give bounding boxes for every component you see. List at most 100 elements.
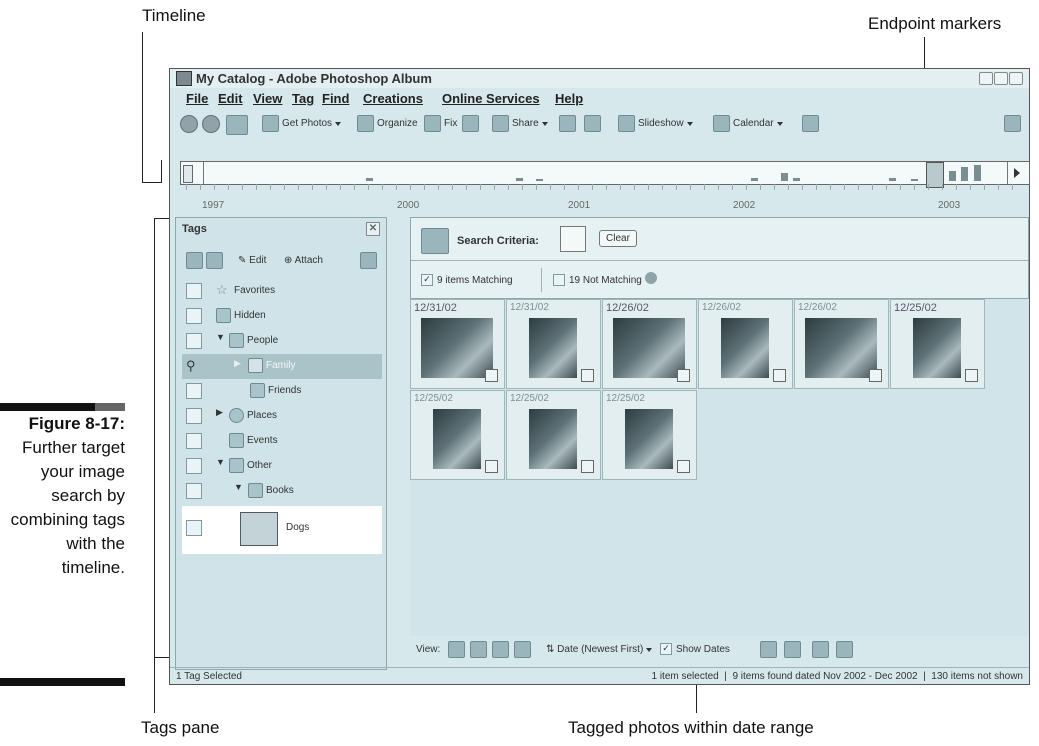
tagged-photos-callout: Tagged photos within date range [568,718,814,737]
details-view-icon[interactable] [492,641,509,658]
fix-button[interactable]: Fix [424,115,457,132]
adobe-icon[interactable] [1004,115,1021,132]
tag-badge-icon [677,369,690,382]
tag-checkbox[interactable] [186,383,202,399]
photo-image [529,409,577,469]
matching-checkbox[interactable]: ✓ [421,274,433,286]
clear-button[interactable]: Clear [599,230,637,247]
tag-checkbox[interactable] [186,283,202,299]
expand-down-icon[interactable]: ▼ [234,482,243,492]
tag-row-friends[interactable]: Friends [182,379,382,404]
timeline-scroll-right-icon[interactable] [1014,168,1020,178]
print-icon[interactable] [584,115,601,132]
minimize-button[interactable] [979,72,993,85]
menu-creations[interactable]: Creations [363,91,423,106]
tag-view-icon[interactable] [360,252,377,269]
expand-down-icon[interactable]: ▼ [216,457,225,467]
timeline-year: 1997 [202,200,225,211]
photo-thumbnail[interactable]: 12/26/02 [602,299,697,389]
home-icon[interactable] [226,115,248,135]
order-prints-icon[interactable] [559,115,576,132]
photo-thumbnail[interactable]: 12/26/02 [698,299,793,389]
app-icon [176,71,192,86]
attach-tag-button[interactable]: ⊕ Attach [284,255,323,266]
tag-badge-icon [869,369,882,382]
timeline-year: 2002 [733,200,756,211]
tag-checkbox[interactable] [186,433,202,449]
maximize-button[interactable] [994,72,1008,85]
slideshow-view-icon[interactable] [760,641,777,658]
version-icon[interactable] [836,641,853,658]
tag-checkbox[interactable] [186,520,202,536]
menu-view[interactable]: View [253,91,282,106]
expand-right-icon[interactable]: ▶ [216,407,223,418]
tag-row-places[interactable]: ▶ Places [182,404,382,429]
forward-icon[interactable] [202,115,220,133]
photo-thumbnail[interactable]: 12/25/02 [602,390,697,480]
menu-tag[interactable]: Tag [292,91,314,106]
tag-checkbox[interactable] [186,408,202,424]
rotate-icon[interactable] [802,115,819,132]
close-button[interactable] [1009,72,1023,85]
timeline-year: 2000 [397,200,420,211]
tag-row-dogs[interactable]: Dogs [182,506,382,554]
divider [411,260,1028,261]
slideshow-button[interactable]: Slideshow [618,115,693,132]
menu-file[interactable]: File [186,91,208,106]
timeline-left-endpoint[interactable] [183,165,193,183]
share-button[interactable]: Share [492,115,548,132]
grid-view-icon[interactable] [470,641,487,658]
timeline-bar [961,167,968,181]
expand-right-icon[interactable]: ▶ [234,358,241,369]
photo-thumbnail[interactable]: 12/25/02 [410,390,505,480]
get-photos-button[interactable]: Get Photos [262,115,342,132]
organize-label: Organize [377,118,418,129]
sort-dropdown[interactable]: ⇅ Date (Newest First) [546,644,653,655]
tags-pane-leader [154,218,155,713]
photo-thumbnail[interactable]: 12/25/02 [890,299,985,389]
tag-row-events[interactable]: Events [182,429,382,454]
family-criteria-tag[interactable] [560,226,586,252]
thumbnail-view-icon[interactable] [448,641,465,658]
tag-label: Events [247,435,278,446]
tag-row-family-selected[interactable]: ⚲ ▶ Family [182,354,382,379]
back-icon[interactable] [180,115,198,133]
stack-icon[interactable] [812,641,829,658]
tag-row-other[interactable]: ▼ Other [182,454,382,479]
photo-thumbnail[interactable]: 12/31/02 [410,299,505,389]
expand-down-icon[interactable]: ▼ [216,332,225,342]
organize-button[interactable]: Organize [357,115,418,132]
calendar-button[interactable]: Calendar [713,115,783,132]
tag-checkbox[interactable] [186,458,202,474]
tag-row-hidden[interactable]: Hidden [182,304,382,329]
tag-checkbox[interactable] [186,483,202,499]
menu-find[interactable]: Find [322,91,349,106]
new-tag-icon[interactable] [186,252,203,269]
not-matching-checkbox[interactable] [553,274,565,286]
photo-thumbnail[interactable]: 12/26/02 [794,299,889,389]
show-dates-checkbox[interactable]: ✓ [660,643,672,655]
view-photo-icon[interactable] [462,115,479,132]
timeline-bar [911,179,918,181]
properties-icon[interactable] [784,641,801,658]
tag-row-books[interactable]: ▼ Books [182,479,382,504]
tag-checkbox[interactable] [186,333,202,349]
photo-thumbnail[interactable]: 12/31/02 [506,299,601,389]
single-view-icon[interactable] [514,641,531,658]
photo-thumbnail[interactable]: 12/25/02 [506,390,601,480]
help-icon[interactable] [645,272,657,284]
menu-online-services[interactable]: Online Services [442,91,540,106]
tag-row-people[interactable]: ▼ People [182,329,382,354]
delete-tag-icon[interactable] [206,252,223,269]
timeline[interactable] [180,161,1030,188]
view-bar: View: ⇅ Date (Newest First) ✓ Show Dates [410,638,1029,662]
search-criteria-label: Search Criteria: [457,235,539,247]
tag-row-favorites[interactable]: ☆ Favorites [182,279,382,304]
close-icon[interactable]: ✕ [366,222,380,236]
tag-checkbox[interactable] [186,308,202,324]
edit-tag-button[interactable]: ✎ Edit [238,255,266,266]
search-icon [421,228,449,254]
menu-help[interactable]: Help [555,91,583,106]
chevron-down-icon [335,121,342,126]
menu-edit[interactable]: Edit [218,91,243,106]
